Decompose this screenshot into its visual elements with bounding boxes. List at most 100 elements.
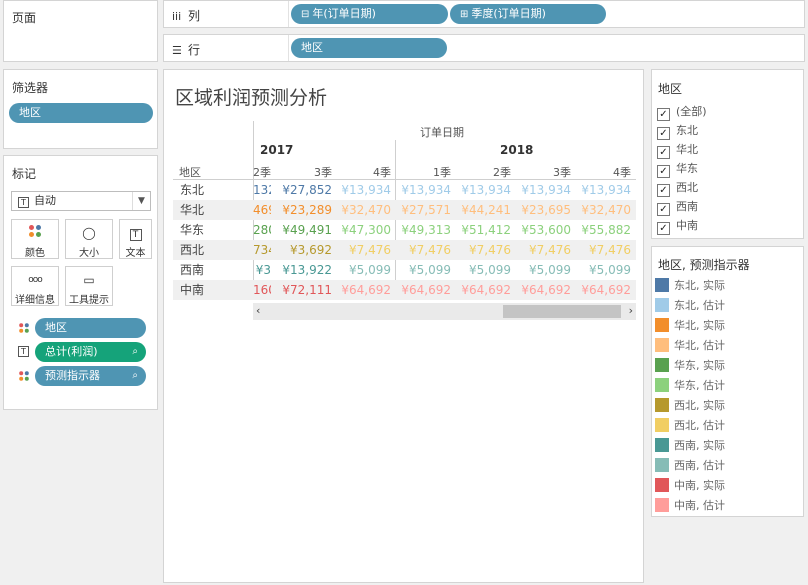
table-cell[interactable]: ¥13,922: [274, 260, 332, 280]
column-pill-quarter[interactable]: ⊞ 季度(订单日期): [450, 4, 606, 24]
table-cell[interactable]: ¥64,692: [333, 280, 391, 300]
column-pill-year[interactable]: ⊟ 年(订单日期): [291, 4, 448, 24]
year-header-2018[interactable]: 2018: [500, 143, 533, 157]
table-cell[interactable]: ¥27,852: [274, 180, 332, 200]
quarter-header[interactable]: 4季: [331, 164, 391, 180]
table-cell[interactable]: 160: [253, 280, 271, 300]
table-cell[interactable]: 280: [253, 220, 271, 240]
legend-item[interactable]: 西北, 实际: [655, 396, 725, 416]
table-cell[interactable]: ¥5,099: [573, 260, 631, 280]
filter-option[interactable]: ✓ 华东: [657, 159, 698, 178]
row-label-region[interactable]: 西南: [180, 260, 204, 280]
legend-item[interactable]: 东北, 实际: [655, 276, 725, 296]
table-cell[interactable]: ¥64,692: [513, 280, 571, 300]
table-cell[interactable]: ¥64,692: [393, 280, 451, 300]
table-cell[interactable]: ¥13,934: [333, 180, 391, 200]
table-cell[interactable]: ¥55,882: [573, 220, 631, 240]
row-label-region[interactable]: 东北: [180, 180, 204, 200]
table-cell[interactable]: ¥7,476: [513, 240, 571, 260]
horizontal-scrollbar[interactable]: ‹ ›: [253, 303, 636, 320]
table-cell[interactable]: ¥32,470: [333, 200, 391, 220]
columns-shelf[interactable]: iii 列 ⊟ 年(订单日期) ⊞ 季度(订单日期): [163, 0, 805, 28]
legend-item[interactable]: 华东, 估计: [655, 376, 725, 396]
table-cell[interactable]: ¥7,476: [573, 240, 631, 260]
filter-option[interactable]: ✓ (全部): [657, 102, 707, 121]
legend-item[interactable]: 华东, 实际: [655, 356, 725, 376]
legend-item[interactable]: 中南, 估计: [655, 496, 725, 516]
quarter-header[interactable]: 2季: [211, 164, 271, 180]
row-label-region[interactable]: 华北: [180, 200, 204, 220]
table-cell[interactable]: ¥5,099: [333, 260, 391, 280]
filter-option[interactable]: ✓ 东北: [657, 121, 698, 140]
table-cell[interactable]: ¥13,934: [513, 180, 571, 200]
table-cell[interactable]: ¥49,313: [393, 220, 451, 240]
checkbox-icon[interactable]: ✓: [657, 127, 670, 140]
year-header-2017[interactable]: 2017: [260, 143, 293, 157]
checkbox-icon[interactable]: ✓: [657, 108, 670, 121]
legend-item[interactable]: 西南, 实际: [655, 436, 725, 456]
table-cell[interactable]: ¥13,934: [573, 180, 631, 200]
mark-pill-region[interactable]: 地区: [35, 318, 146, 338]
filter-option[interactable]: ✓ 西南: [657, 197, 698, 216]
mark-type-dropdown[interactable]: T 自动 ▼: [11, 191, 151, 211]
table-cell[interactable]: ¥7,476: [453, 240, 511, 260]
legend-item[interactable]: 华北, 实际: [655, 316, 725, 336]
table-cell[interactable]: ¥7,476: [393, 240, 451, 260]
table-cell[interactable]: ¥47,300: [333, 220, 391, 240]
table-cell[interactable]: ¥64,692: [573, 280, 631, 300]
chevron-down-icon[interactable]: ▼: [132, 192, 150, 210]
table-cell[interactable]: 469: [253, 200, 271, 220]
table-cell[interactable]: ¥49,491: [274, 220, 332, 240]
quarter-header[interactable]: 3季: [272, 164, 332, 180]
legend-item[interactable]: 中南, 实际: [655, 476, 725, 496]
checkbox-icon[interactable]: ✓: [657, 203, 670, 216]
filter-option[interactable]: ✓ 华北: [657, 140, 698, 159]
row-label-region[interactable]: 中南: [180, 280, 204, 300]
table-cell[interactable]: ¥13,934: [393, 180, 451, 200]
mark-pill-forecast[interactable]: 预测指示器 ⌕: [35, 366, 146, 386]
row-pill-region[interactable]: 地区: [291, 38, 447, 58]
scrollbar-thumb[interactable]: [503, 305, 621, 318]
scroll-right-icon[interactable]: ›: [629, 304, 633, 317]
legend-item[interactable]: 东北, 估计: [655, 296, 725, 316]
quarter-header[interactable]: 3季: [511, 164, 571, 180]
table-cell[interactable]: ¥23,289: [274, 200, 332, 220]
size-button[interactable]: ◯ 大小: [65, 219, 113, 259]
detail-button[interactable]: ooo 详细信息: [11, 266, 59, 306]
table-cell[interactable]: ¥32,470: [573, 200, 631, 220]
table-cell[interactable]: ¥72,111: [274, 280, 332, 300]
table-cell[interactable]: ¥53,600: [513, 220, 571, 240]
expand-icon[interactable]: ⊞: [460, 5, 468, 24]
table-cell[interactable]: ¥5,099: [453, 260, 511, 280]
pages-panel[interactable]: 页面: [3, 0, 158, 62]
table-cell[interactable]: ¥5,099: [393, 260, 451, 280]
legend-item[interactable]: 华北, 估计: [655, 336, 725, 356]
legend-item[interactable]: 西南, 估计: [655, 456, 725, 476]
table-cell[interactable]: ¥51,412: [453, 220, 511, 240]
checkbox-icon[interactable]: ✓: [657, 222, 670, 235]
table-cell[interactable]: ¥5,099: [513, 260, 571, 280]
table-cell[interactable]: ¥64,692: [453, 280, 511, 300]
table-cell[interactable]: 132: [253, 180, 271, 200]
checkbox-icon[interactable]: ✓: [657, 146, 670, 159]
filter-pill-region[interactable]: 地区: [9, 103, 153, 123]
table-cell[interactable]: ¥7,476: [333, 240, 391, 260]
checkbox-icon[interactable]: ✓: [657, 165, 670, 178]
color-button[interactable]: 颜色: [11, 219, 59, 259]
filter-option[interactable]: ✓ 西北: [657, 178, 698, 197]
collapse-icon[interactable]: ⊟: [301, 5, 309, 24]
text-button[interactable]: T 文本: [119, 219, 152, 259]
rows-shelf[interactable]: ☰ 行 地区: [163, 34, 805, 62]
row-label-region[interactable]: 华东: [180, 220, 204, 240]
legend-item[interactable]: 西北, 估计: [655, 416, 725, 436]
quarter-header[interactable]: 2季: [451, 164, 511, 180]
row-label-region[interactable]: 西北: [180, 240, 204, 260]
table-cell[interactable]: 734: [253, 240, 271, 260]
table-cell[interactable]: ¥23,695: [513, 200, 571, 220]
scroll-left-icon[interactable]: ‹: [256, 304, 260, 317]
tooltip-button[interactable]: ▭ 工具提示: [65, 266, 113, 306]
table-cell[interactable]: ¥3,692: [274, 240, 332, 260]
mark-pill-profit[interactable]: 总计(利润) ⌕: [35, 342, 146, 362]
table-cell[interactable]: ¥44,241: [453, 200, 511, 220]
filter-option[interactable]: ✓ 中南: [657, 216, 698, 235]
